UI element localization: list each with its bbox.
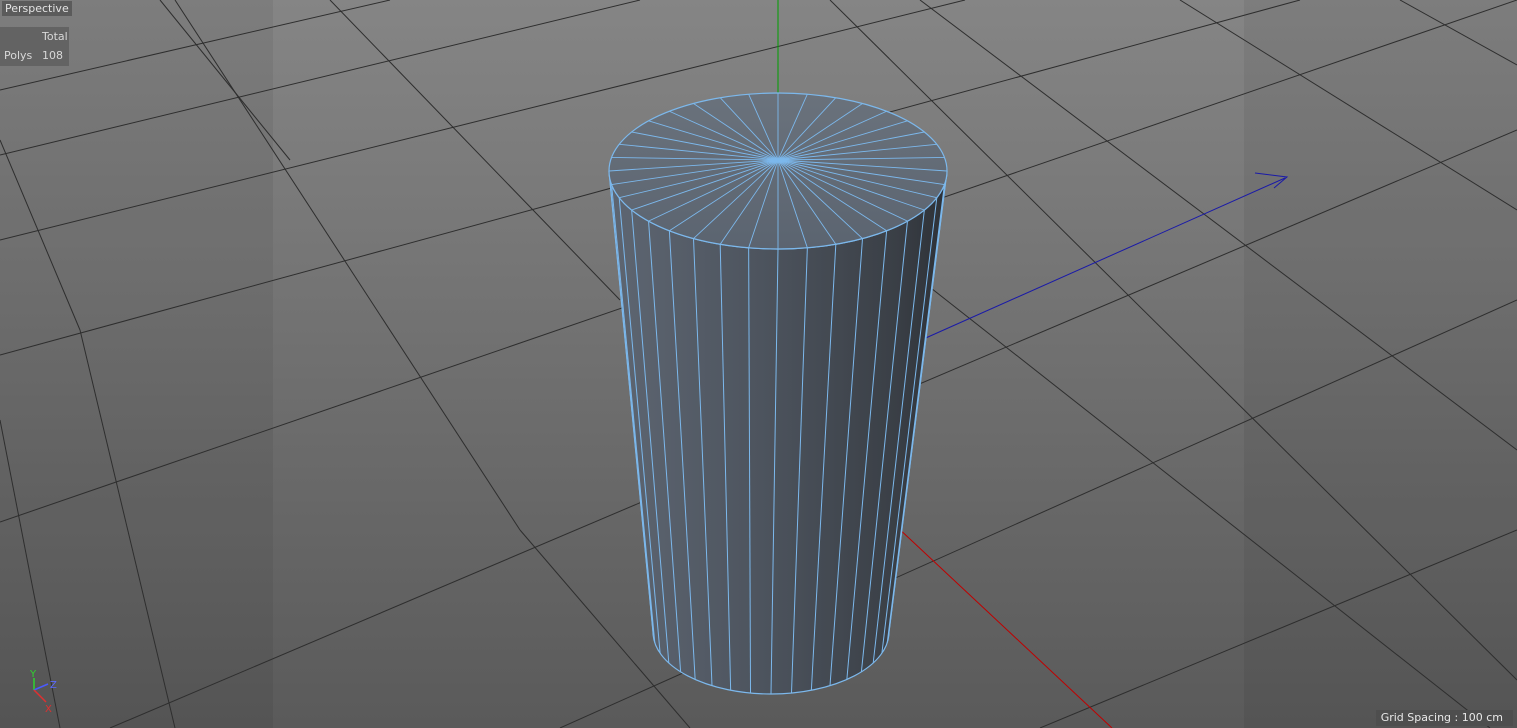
stats-hud: Total Polys 108: [0, 27, 69, 66]
safe-frame-left: [0, 0, 273, 728]
gizmo-y-label: Y: [29, 669, 37, 680]
stats-polys-label: Polys: [4, 49, 33, 62]
gizmo-z-label: Z: [50, 680, 57, 691]
3d-viewport[interactable]: Y Z X Perspective Total Polys 108 Grid S…: [0, 0, 1517, 728]
stats-header: Total: [42, 30, 68, 43]
camera-menu[interactable]: Perspective: [2, 1, 72, 16]
grid-spacing-readout: Grid Spacing : 100 cm: [1375, 710, 1513, 726]
gizmo-x-label: X: [45, 704, 52, 715]
stats-polys-value: 108: [42, 49, 63, 62]
viewport-scene[interactable]: Y Z X: [0, 0, 1517, 728]
safe-frame-right: [1244, 0, 1517, 728]
